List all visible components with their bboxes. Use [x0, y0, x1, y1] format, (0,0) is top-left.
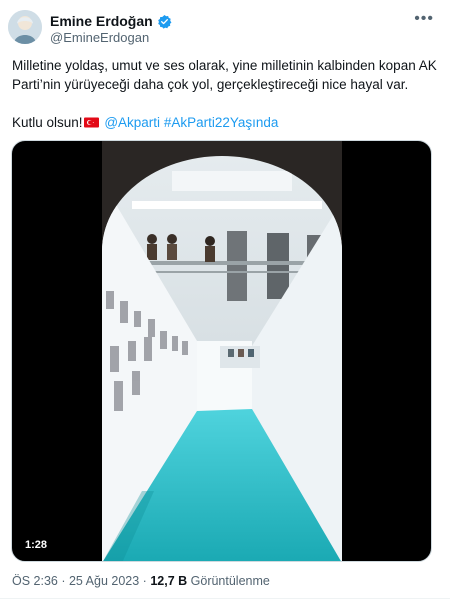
mention-link[interactable]: @Akparti [104, 115, 160, 130]
more-horizontal-icon[interactable]: ••• [414, 10, 434, 28]
divider [0, 598, 450, 599]
tweet-text-paragraph-2: Kutlu olsun! @Akparti #AkParti22Yaşında [12, 113, 438, 132]
video-player[interactable]: 1:28 [11, 140, 432, 562]
tweet-time[interactable]: ÖS 2:36 [12, 574, 58, 588]
turkey-flag-icon [83, 117, 99, 128]
video-frame [102, 141, 342, 561]
author-display-name[interactable]: Emine Erdoğan [50, 13, 153, 29]
tweet-text-paragraph-1: Milletine yoldaş, umut ve ses olarak, yi… [12, 58, 437, 92]
author-handle[interactable]: @EmineErdogan [50, 30, 149, 45]
tweet-text-greeting: Kutlu olsun! [12, 115, 83, 130]
views-label: Görüntülenme [190, 574, 270, 588]
avatar[interactable] [8, 10, 42, 44]
views-count: 12,7 B [150, 574, 188, 588]
author-name-row[interactable]: Emine Erdoğan [50, 13, 172, 29]
tweet-date[interactable]: 25 Ağu 2023 [69, 574, 139, 588]
meta-separator: · [139, 574, 151, 588]
tweet-card: Emine Erdoğan @EmineErdogan ••• Milletin… [0, 0, 450, 607]
verified-badge-icon [157, 14, 172, 29]
tweet-meta: ÖS 2:36 · 25 Ağu 2023 · 12,7 B Görüntüle… [12, 574, 270, 588]
tweet-text: Milletine yoldaş, umut ve ses olarak, yi… [12, 56, 438, 132]
meta-separator: · [57, 574, 69, 588]
hashtag-link[interactable]: #AkParti22Yaşında [164, 115, 279, 130]
video-duration: 1:28 [20, 537, 53, 553]
